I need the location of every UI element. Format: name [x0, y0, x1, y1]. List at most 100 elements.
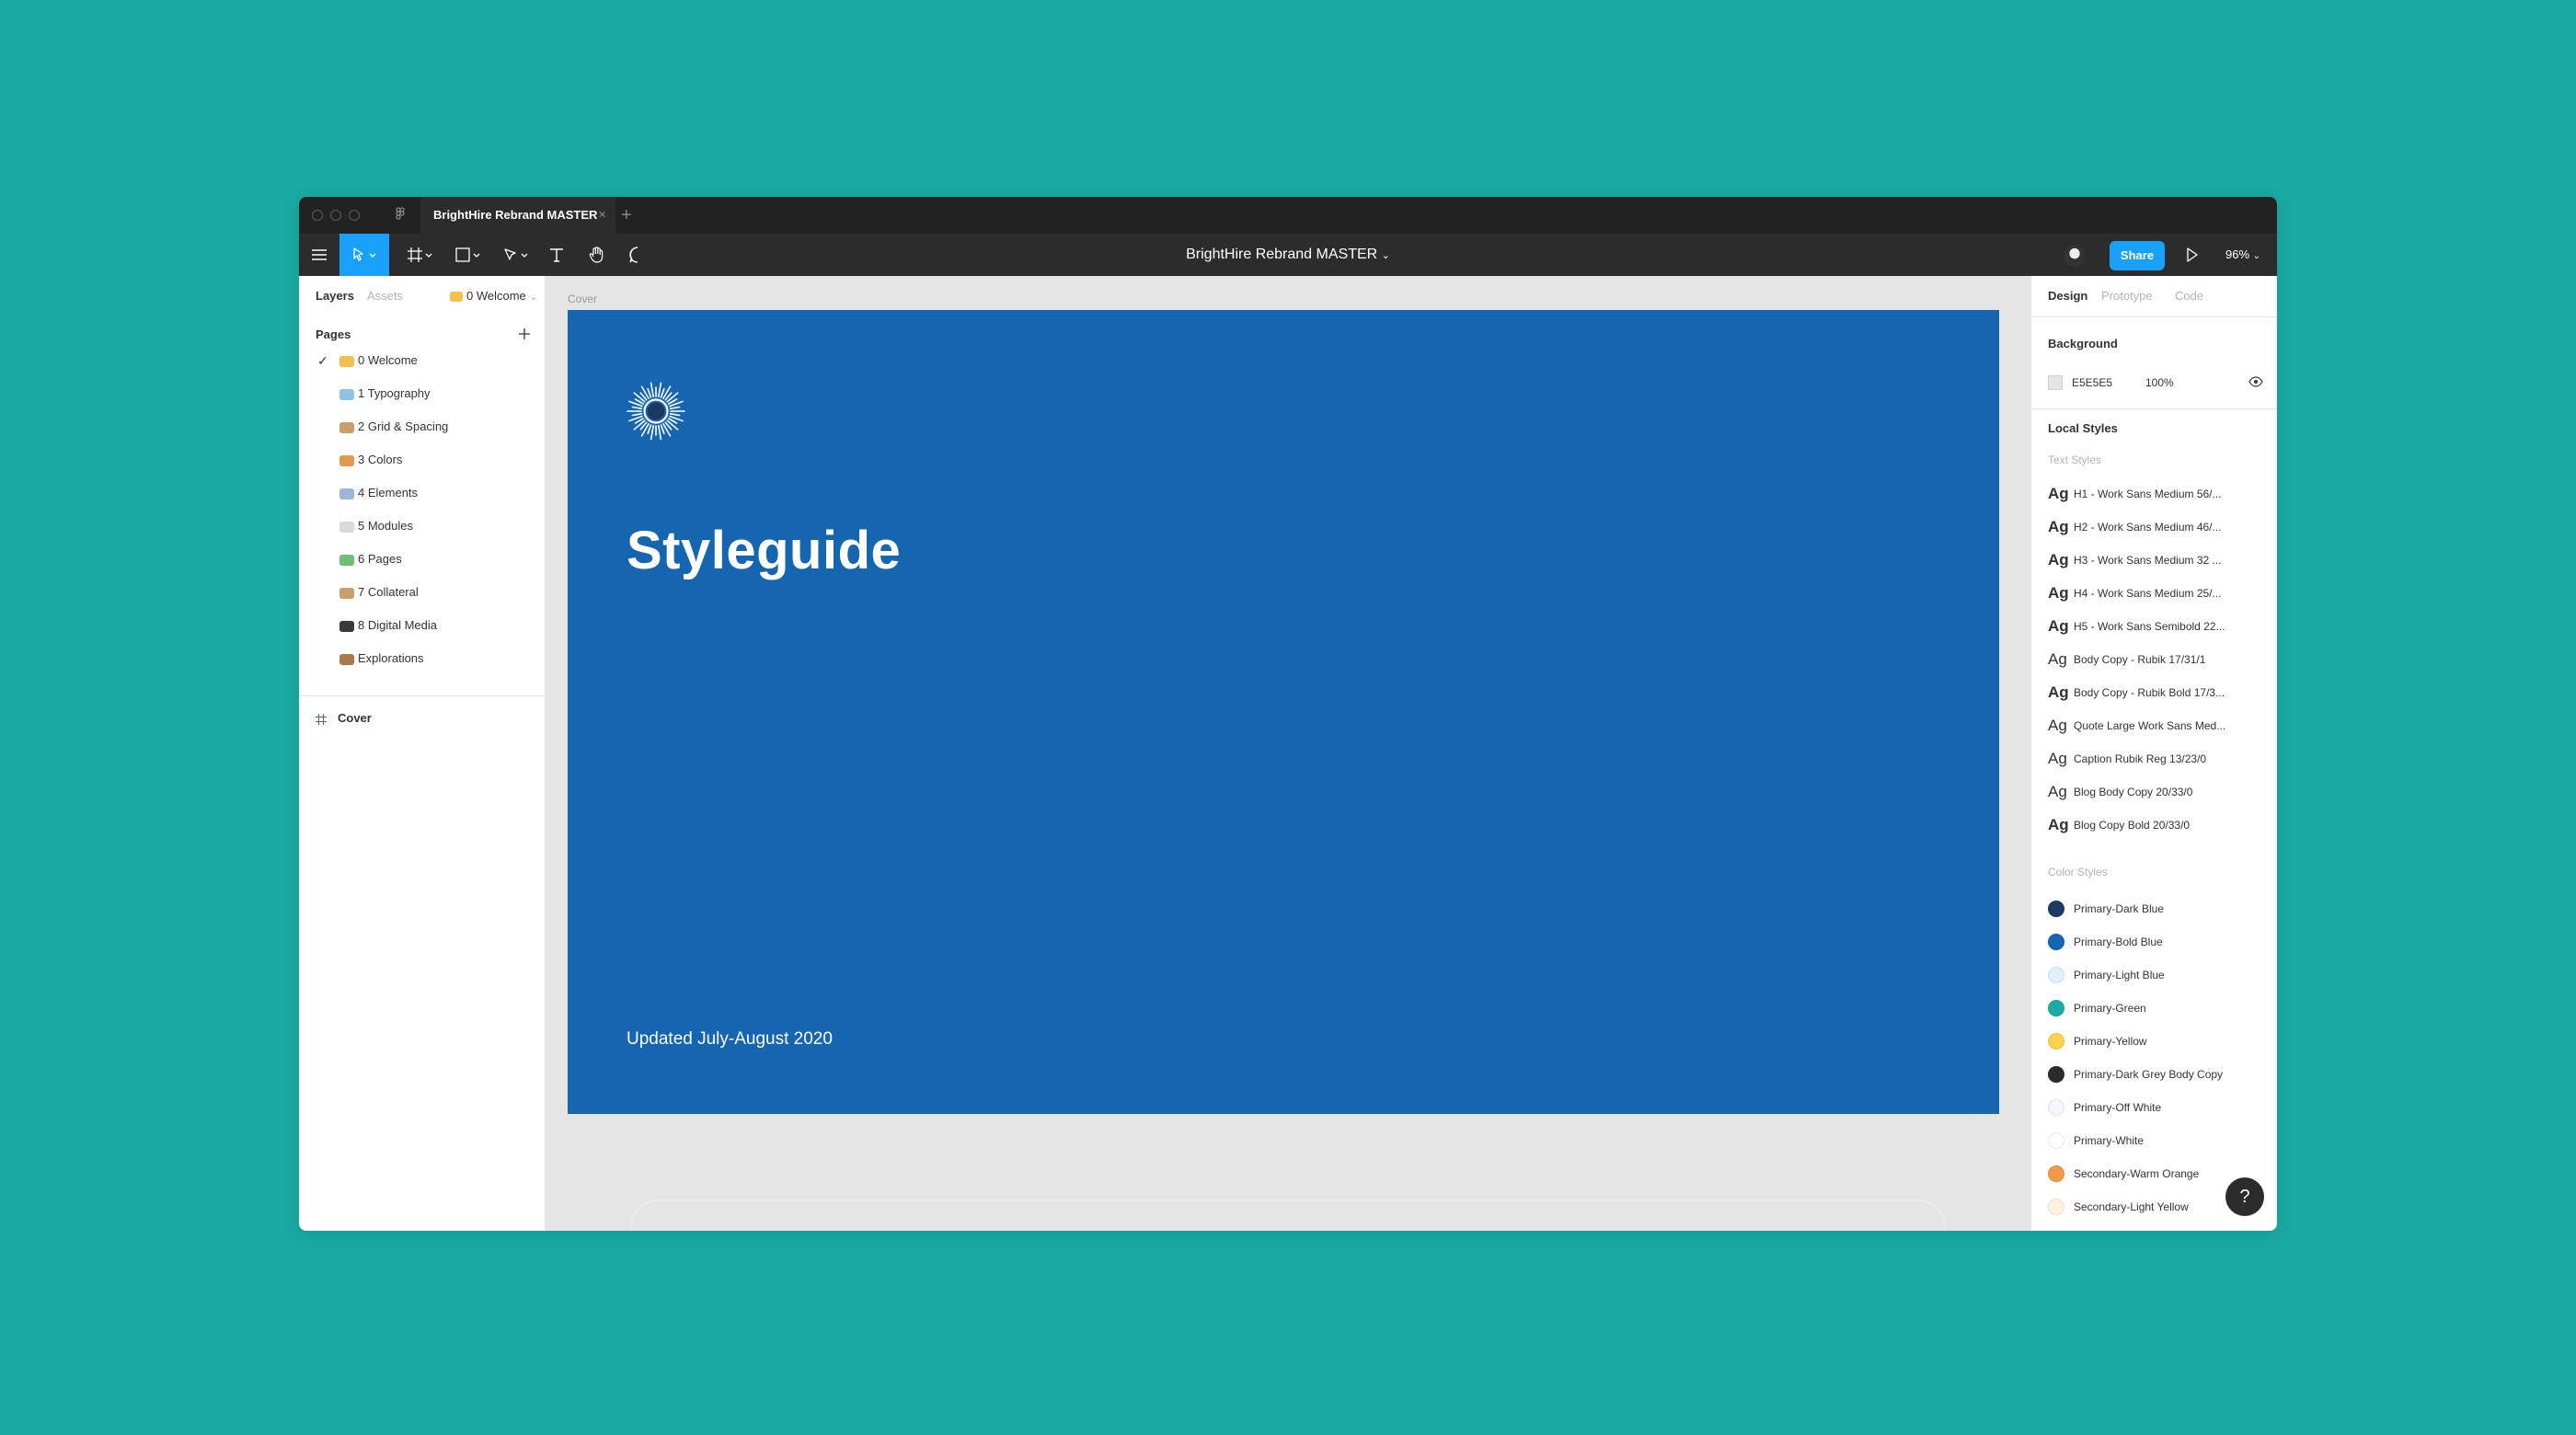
- color-style-item[interactable]: Primary-Bold Blue: [2048, 928, 2269, 956]
- page-emoji-icon: [339, 488, 354, 499]
- text-style-item[interactable]: Ag H2 - Work Sans Medium 46/...: [2048, 513, 2269, 541]
- sun-ray: [633, 419, 646, 430]
- hand-tool-button[interactable]: [581, 234, 614, 276]
- frame-icon: [408, 247, 432, 262]
- text-style-preview-icon: Ag: [2048, 584, 2069, 602]
- cover-subtitle: Updated July-August 2020: [627, 1029, 833, 1049]
- add-tab-button[interactable]: +: [621, 197, 632, 234]
- add-page-icon[interactable]: [516, 326, 533, 342]
- sun-ray: [660, 387, 665, 398]
- chevron-down-icon[interactable]: ⌄: [1382, 250, 1390, 261]
- tab-code[interactable]: Code: [2175, 276, 2203, 316]
- text-style-label: Body Copy - Rubik Bold 17/3...: [2074, 686, 2225, 699]
- color-style-item[interactable]: Primary-Off White: [2048, 1094, 2269, 1121]
- color-style-item[interactable]: Primary-Dark Blue: [2048, 895, 2269, 923]
- text-style-item[interactable]: Ag Blog Copy Bold 20/33/0: [2048, 811, 2269, 839]
- main-menu-button[interactable]: [299, 234, 339, 276]
- tab-prototype[interactable]: Prototype: [2101, 276, 2153, 316]
- tab-layers[interactable]: Layers: [316, 276, 354, 316]
- color-style-item[interactable]: Primary-Yellow: [2048, 1027, 2269, 1055]
- color-swatch: [2048, 1099, 2064, 1116]
- color-style-label: Primary-Dark Grey Body Copy: [2074, 1068, 2224, 1081]
- tab-design[interactable]: Design: [2048, 276, 2087, 316]
- text-style-item[interactable]: Ag H4 - Work Sans Medium 25/...: [2048, 580, 2269, 607]
- page-item[interactable]: 1 Typography: [317, 377, 529, 410]
- text-style-item[interactable]: Ag Blog Body Copy 20/33/0: [2048, 778, 2269, 806]
- color-style-item[interactable]: Primary-Dark Grey Body Copy: [2048, 1061, 2269, 1088]
- pen-tool-button[interactable]: [496, 234, 536, 276]
- text-styles-title: Text Styles: [2048, 453, 2102, 466]
- close-window-button[interactable]: [312, 210, 323, 221]
- right-panel: Design Prototype Code Background E5E5E5 …: [2030, 276, 2277, 1231]
- shape-tool-button[interactable]: [448, 234, 489, 276]
- text-style-label: H2 - Work Sans Medium 46/...: [2074, 521, 2222, 534]
- text-style-item[interactable]: Ag H5 - Work Sans Semibold 22...: [2048, 613, 2269, 640]
- current-page-dropdown[interactable]: 0 Welcome ⌄: [450, 276, 537, 318]
- avatar[interactable]: [2064, 245, 2086, 267]
- background-hex-input[interactable]: E5E5E5: [2072, 373, 2112, 392]
- text-style-preview-icon: Ag: [2048, 485, 2069, 502]
- minimize-window-button[interactable]: [330, 210, 341, 221]
- share-button[interactable]: Share: [2110, 241, 2165, 270]
- background-opacity-input[interactable]: 100%: [2145, 373, 2174, 392]
- maximize-window-button[interactable]: [349, 210, 360, 221]
- color-styles-title: Color Styles: [2048, 866, 2108, 878]
- zoom-dropdown[interactable]: 96% ⌄: [2225, 234, 2260, 278]
- present-button[interactable]: [2185, 247, 2200, 268]
- page-item[interactable]: 8 Digital Media: [317, 609, 529, 642]
- color-style-item[interactable]: Primary-White: [2048, 1127, 2269, 1154]
- hamburger-icon: [312, 249, 327, 260]
- color-swatch: [2048, 901, 2064, 917]
- page-item[interactable]: ✓ 0 Welcome: [317, 344, 529, 377]
- text-style-preview-icon: Ag: [2048, 683, 2069, 701]
- wave-icon: [450, 292, 463, 303]
- color-style-label: Primary-Yellow: [2074, 1035, 2147, 1048]
- move-tool-button[interactable]: [339, 234, 389, 276]
- file-tab[interactable]: BrightHire Rebrand MASTER ×: [420, 197, 615, 234]
- help-button[interactable]: ?: [2225, 1177, 2264, 1216]
- layer-row-cover[interactable]: Cover: [316, 705, 372, 732]
- background-color-swatch[interactable]: [2048, 375, 2063, 390]
- comment-tool-button[interactable]: [621, 234, 654, 276]
- text-style-preview-icon: Ag: [2048, 717, 2067, 734]
- page-item[interactable]: 2 Grid & Spacing: [317, 410, 529, 443]
- page-emoji-icon: [339, 454, 354, 466]
- chevron-down-icon: ⌄: [2252, 251, 2261, 261]
- hand-icon: [589, 247, 604, 263]
- text-style-item[interactable]: Ag Body Copy - Rubik 17/31/1: [2048, 646, 2269, 673]
- text-style-item[interactable]: Ag H1 - Work Sans Medium 56/...: [2048, 480, 2269, 508]
- color-style-label: Primary-White: [2074, 1134, 2145, 1147]
- next-frame-outline: [630, 1200, 1946, 1231]
- page-emoji-icon: [339, 421, 354, 433]
- frame-label[interactable]: Cover: [568, 293, 597, 305]
- color-style-item[interactable]: Primary-Light Blue: [2048, 961, 2269, 989]
- color-style-label: Primary-Dark Blue: [2074, 902, 2165, 915]
- color-swatch: [2048, 967, 2064, 983]
- page-item[interactable]: 4 Elements: [317, 476, 529, 510]
- frame-tool-button[interactable]: [400, 234, 441, 276]
- sun-ray: [631, 412, 643, 417]
- document-title-label[interactable]: BrightHire Rebrand MASTER: [1186, 247, 1377, 262]
- text-style-label: Quote Large Work Sans Med...: [2074, 719, 2226, 732]
- color-style-item[interactable]: Primary-Green: [2048, 994, 2269, 1022]
- eye-icon[interactable]: [2248, 375, 2263, 388]
- text-style-preview-icon: Ag: [2048, 650, 2067, 668]
- text-style-item[interactable]: Ag Quote Large Work Sans Med...: [2048, 712, 2269, 740]
- page-item[interactable]: 6 Pages: [317, 543, 529, 576]
- cover-frame[interactable]: Styleguide Updated July-August 2020: [568, 310, 1999, 1114]
- text-style-item[interactable]: Ag Body Copy - Rubik Bold 17/3...: [2048, 679, 2269, 706]
- figma-logo-icon[interactable]: [391, 206, 409, 224]
- page-item[interactable]: 5 Modules: [317, 510, 529, 543]
- text-tool-button[interactable]: [540, 234, 573, 276]
- tab-assets[interactable]: Assets: [367, 276, 403, 316]
- page-item[interactable]: 7 Collateral: [317, 576, 529, 609]
- page-item[interactable]: Explorations: [317, 642, 529, 675]
- rectangle-icon: [455, 247, 480, 262]
- play-icon: [2187, 247, 2198, 262]
- text-style-item[interactable]: Ag Caption Rubik Reg 13/23/0: [2048, 745, 2269, 773]
- page-item[interactable]: 3 Colors: [317, 443, 529, 476]
- sun-ray: [657, 382, 662, 398]
- text-style-item[interactable]: Ag H3 - Work Sans Medium 32 ...: [2048, 546, 2269, 574]
- close-tab-icon[interactable]: ×: [598, 197, 606, 234]
- current-page-label: 0 Welcome: [466, 289, 526, 303]
